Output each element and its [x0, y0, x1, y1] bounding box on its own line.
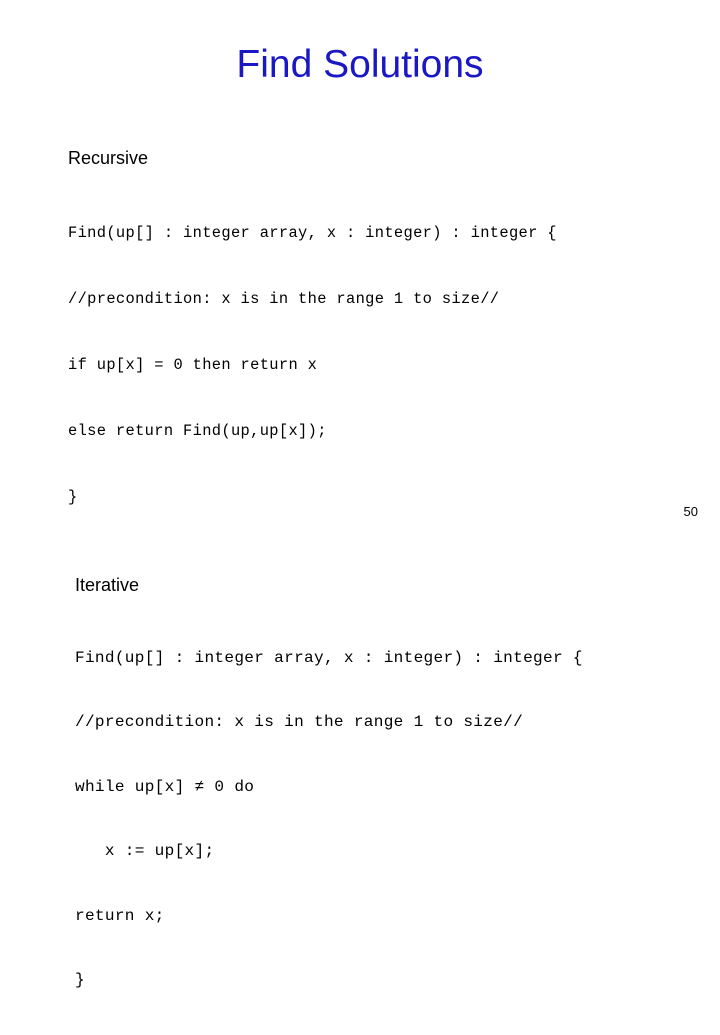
code-line: //precondition: x is in the range 1 to s… [68, 289, 500, 308]
code-line: //precondition: x is in the range 1 to s… [75, 713, 524, 732]
code-block-iterative: Find(up[] : integer array, x : integer) … [75, 605, 720, 1035]
section-heading-iterative: Iterative [75, 574, 140, 595]
section-heading-recursive: Recursive [68, 148, 149, 168]
code-line: if up[x] = 0 then return x [68, 355, 318, 374]
page-number: 50 [683, 504, 698, 519]
code-line: x := up[x]; [75, 842, 215, 861]
code-block-recursive: Find(up[] : integer array, x : integer) … [68, 178, 720, 552]
code-line: while up[x] ≠ 0 do [75, 777, 255, 796]
section-iterative: Iterative Find(up[] : integer array, x :… [0, 575, 720, 1035]
code-line: return x; [75, 906, 165, 925]
code-line: } [75, 971, 85, 990]
section-recursive: Recursive Find(up[] : integer array, x :… [0, 148, 720, 552]
page-title: Find Solutions [236, 43, 484, 86]
slide-canvas: Find Solutions Recursive Find(up[] : int… [0, 0, 720, 989]
code-line: Find(up[] : integer array, x : integer) … [68, 223, 557, 242]
code-line: else return Find(up,up[x]); [68, 421, 327, 440]
slide-body: Recursive Find(up[] : integer array, x :… [0, 148, 720, 1035]
code-line: } [68, 487, 78, 506]
code-line: Find(up[] : integer array, x : integer) … [75, 648, 583, 667]
